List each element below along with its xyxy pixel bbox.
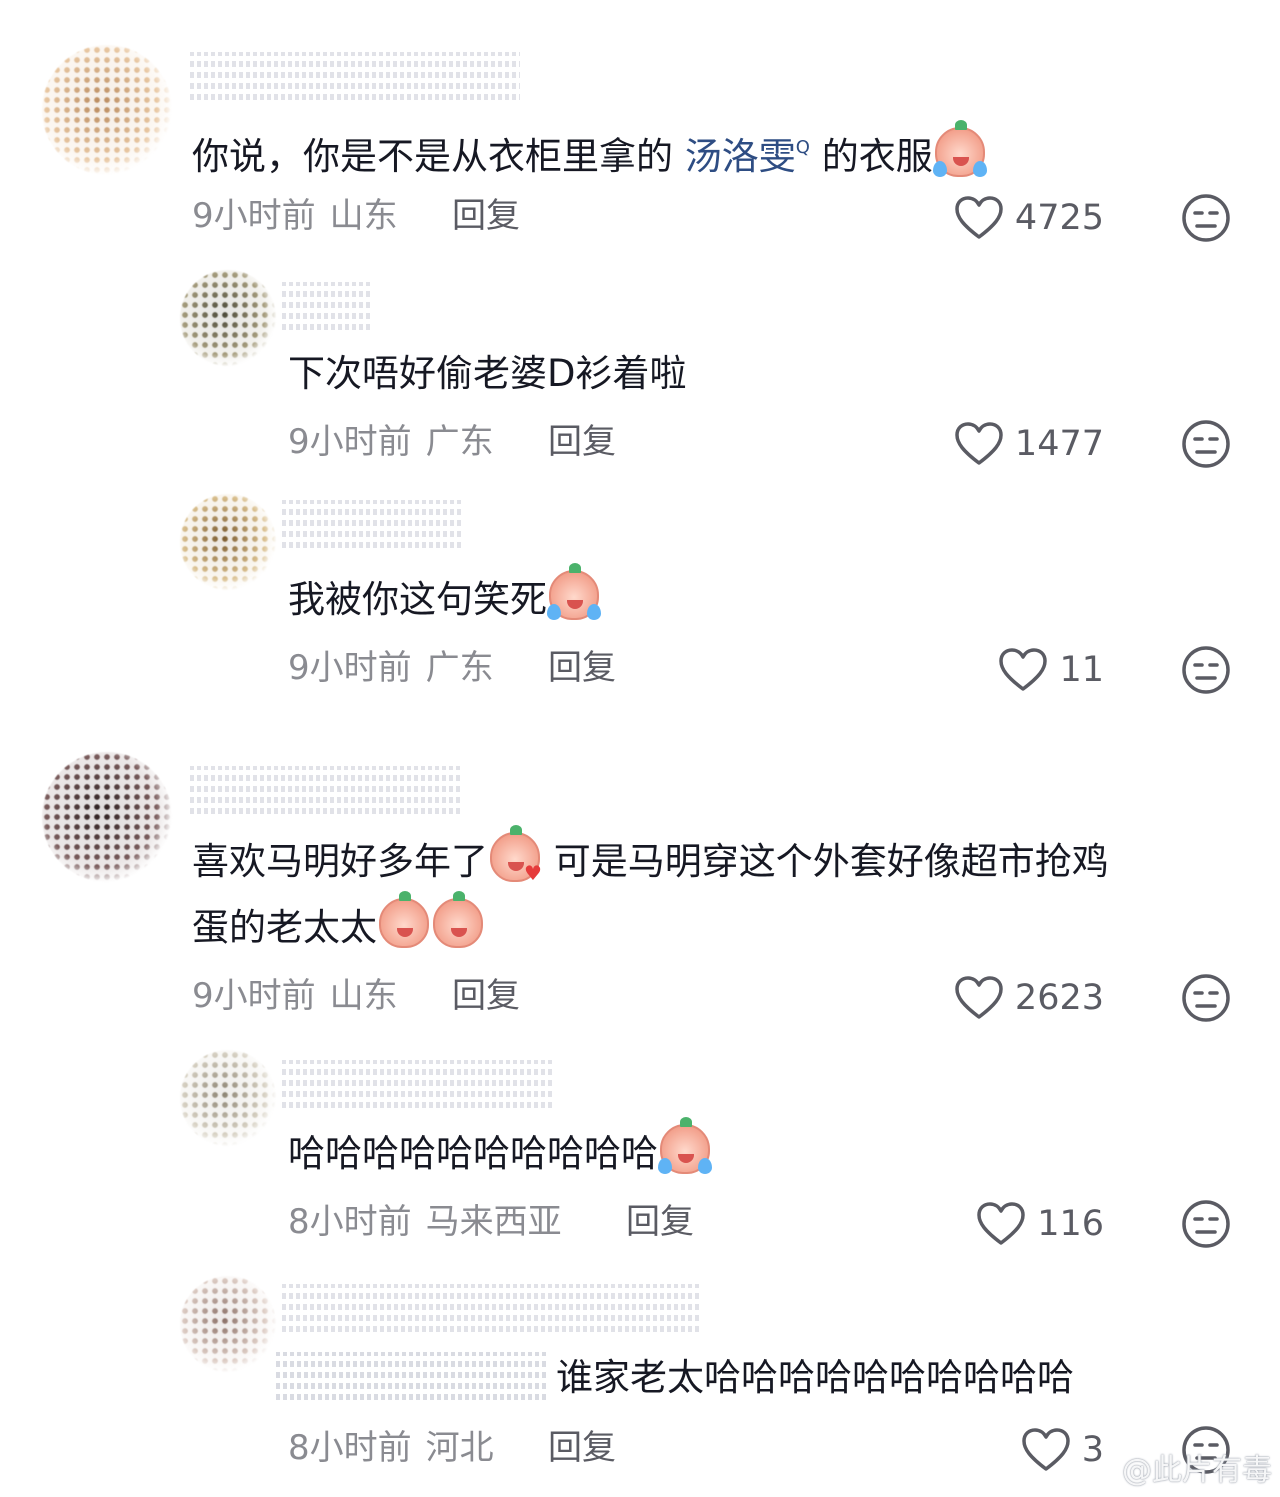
comment-text: 哈哈哈哈哈哈哈哈哈哈 xyxy=(288,1117,712,1186)
comment-location: 广东 xyxy=(425,648,494,688)
dislike-button[interactable] xyxy=(1180,972,1232,1024)
comment-time: 9小时前 xyxy=(288,422,412,462)
dislike-face-icon xyxy=(1182,646,1230,694)
avatar[interactable] xyxy=(42,752,172,882)
heart-outline-icon xyxy=(955,976,1003,1019)
username-blurred[interactable] xyxy=(190,766,460,814)
comment-meta: 9小时前 广东 xyxy=(288,418,494,466)
comment-time: 8小时前 xyxy=(288,1428,412,1468)
kiss-heart-emoji-icon: ♥ xyxy=(490,825,542,883)
laugh-cry-emoji-icon xyxy=(547,563,601,620)
dislike-face-icon xyxy=(1182,974,1230,1022)
dislike-button[interactable] xyxy=(1180,192,1232,244)
like-button[interactable]: 3 xyxy=(1020,1422,1104,1478)
comment-text-part: 蛋的老太太 xyxy=(192,906,377,949)
reply-button[interactable]: 回复 xyxy=(452,192,520,240)
laugh-cry-emoji-icon xyxy=(932,120,987,177)
like-count: 2623 xyxy=(1014,978,1104,1018)
username-blurred[interactable] xyxy=(190,52,520,100)
like-count: 3 xyxy=(1081,1430,1104,1470)
like-count: 116 xyxy=(1037,1204,1104,1244)
comment-location: 山东 xyxy=(329,196,398,236)
heart-outline-icon xyxy=(955,196,1003,239)
like-count: 11 xyxy=(1059,650,1104,690)
comment-location: 山东 xyxy=(329,976,398,1016)
comment-location: 马来西亚 xyxy=(425,1202,562,1242)
avatar[interactable] xyxy=(180,1050,276,1146)
heart-outline-icon xyxy=(999,648,1048,691)
comment-text: 我被你这句笑死 xyxy=(288,563,601,632)
username-blurred[interactable] xyxy=(282,1060,552,1108)
comment-time: 9小时前 xyxy=(288,648,412,688)
reply-button[interactable]: 回复 xyxy=(452,972,520,1020)
comment-meta: 9小时前 山东 xyxy=(192,192,398,240)
comment-text: 喜欢马明好多年了 ♥ 可是马明穿这个外套好像超市抢鸡 xyxy=(192,825,1109,894)
avatar[interactable] xyxy=(180,1276,276,1372)
comment-feed: 你说，你是不是从衣柜里拿的 汤洛雯Q 的衣服 9小时前 山东 回复 4725 下次… xyxy=(0,0,1280,1497)
heart-outline-icon xyxy=(955,422,1003,465)
comment-meta: 8小时前 河北 xyxy=(288,1424,494,1472)
username-blurred[interactable] xyxy=(282,500,462,548)
reply-button[interactable]: 回复 xyxy=(548,644,616,692)
like-button[interactable]: 1477 xyxy=(953,416,1104,472)
comment-text: 蛋的老太太 xyxy=(192,891,485,960)
cover-mouth-emoji-icon xyxy=(433,891,483,948)
comment-text-part: 哈哈哈哈哈哈哈哈哈哈 xyxy=(288,1132,658,1175)
comment-location: 河北 xyxy=(425,1428,494,1468)
cover-mouth-emoji-icon xyxy=(379,891,429,948)
dislike-face-icon xyxy=(1182,1200,1230,1248)
comment-text-part: 我被你这句笑死 xyxy=(288,578,547,621)
laugh-cry-emoji-icon xyxy=(658,1117,712,1174)
heart-outline-icon xyxy=(977,1202,1025,1245)
search-icon[interactable]: Q xyxy=(796,137,810,158)
like-count: 1477 xyxy=(1014,424,1104,464)
username-blurred[interactable] xyxy=(282,1284,702,1332)
comment-text-part: 可是马明穿这个外套好像超市抢鸡 xyxy=(542,840,1109,883)
like-button[interactable]: 4725 xyxy=(953,190,1104,246)
comment-meta: 9小时前 山东 xyxy=(192,972,398,1020)
comment-time: 9小时前 xyxy=(192,196,316,236)
comment-location: 广东 xyxy=(425,422,494,462)
avatar[interactable] xyxy=(180,270,276,366)
dislike-face-icon xyxy=(1182,420,1230,468)
dislike-face-icon xyxy=(1182,194,1230,242)
reply-button[interactable]: 回复 xyxy=(548,1424,616,1472)
comment-text: 谁家老太哈哈哈哈哈哈哈哈哈哈 xyxy=(556,1356,1074,1399)
mention-name[interactable]: 汤洛雯 xyxy=(685,135,796,178)
comment-meta: 9小时前 广东 xyxy=(288,644,494,692)
like-button[interactable]: 2623 xyxy=(953,970,1104,1026)
like-count: 4725 xyxy=(1014,198,1104,238)
mention-link[interactable]: 汤洛雯Q xyxy=(685,135,810,178)
comment-meta: 8小时前 马来西亚 xyxy=(288,1198,562,1246)
heart-outline-icon xyxy=(1021,1428,1070,1471)
comment-text: 下次唔好偷老婆D衫着啦 xyxy=(288,352,687,395)
dislike-button[interactable] xyxy=(1180,644,1232,696)
blurred-mention[interactable] xyxy=(276,1352,548,1400)
comment-text-part: 喜欢马明好多年了 xyxy=(192,840,488,883)
comment-text: 你说，你是不是从衣柜里拿的 汤洛雯Q 的衣服 xyxy=(192,116,987,189)
avatar[interactable] xyxy=(180,494,276,590)
comment-text-part: 的衣服 xyxy=(809,135,933,178)
avatar[interactable] xyxy=(42,45,172,175)
dislike-button[interactable] xyxy=(1180,418,1232,470)
reply-button[interactable]: 回复 xyxy=(548,418,616,466)
like-button[interactable]: 11 xyxy=(997,642,1104,698)
comment-text-part: 你说，你是不是从衣柜里拿的 xyxy=(192,135,685,178)
reply-button[interactable]: 回复 xyxy=(626,1198,694,1246)
username-blurred[interactable] xyxy=(282,282,372,330)
comment-time: 8小时前 xyxy=(288,1202,412,1242)
comment-time: 9小时前 xyxy=(192,976,316,1016)
dislike-button[interactable] xyxy=(1180,1198,1232,1250)
like-button[interactable]: 116 xyxy=(975,1196,1104,1252)
watermark: @此片有毒 xyxy=(1122,1453,1272,1488)
